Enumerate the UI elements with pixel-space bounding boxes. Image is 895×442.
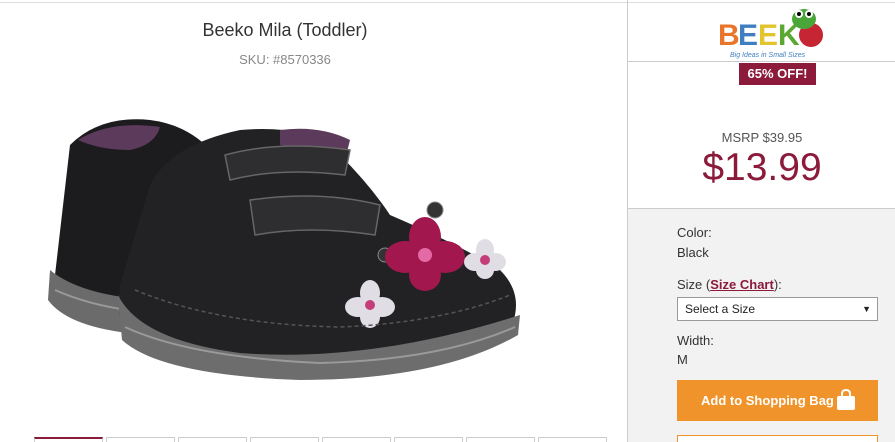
- size-label-suffix: ):: [773, 277, 782, 292]
- purchase-panel: B E E K Big Ideas in Small Sizes 65% OFF…: [627, 0, 895, 442]
- product-sku: SKU: #8570336: [239, 52, 331, 67]
- color-label: Color:: [677, 225, 712, 240]
- thumbnail-3[interactable]: [178, 437, 247, 442]
- add-to-bag-button[interactable]: Add to Shopping Bag: [677, 380, 878, 421]
- thumbnail-4[interactable]: [250, 437, 319, 442]
- thumbnail-strip: [34, 437, 607, 442]
- size-select-value: Select a Size: [685, 302, 756, 316]
- thumbnail-8[interactable]: [538, 437, 607, 442]
- discount-badge: 65% OFF!: [739, 63, 816, 85]
- product-options: Color: Black Size (Size Chart): Select a…: [628, 208, 895, 442]
- sale-price: $13.99: [702, 146, 822, 189]
- product-image[interactable]: [40, 95, 530, 385]
- size-chart-link[interactable]: Size Chart: [710, 277, 774, 292]
- svg-text:B: B: [718, 19, 740, 52]
- svg-text:E: E: [758, 19, 778, 52]
- add-to-bag-label: Add to Shopping Bag: [701, 393, 834, 408]
- chevron-down-icon: ▼: [862, 304, 871, 314]
- size-label: Size (Size Chart):: [677, 277, 782, 292]
- thumbnail-5[interactable]: [322, 437, 391, 442]
- shopping-bag-icon: [837, 389, 855, 410]
- secondary-action-box[interactable]: [677, 435, 878, 442]
- width-value: M: [677, 352, 688, 367]
- product-gallery: Beeko Mila (Toddler) SKU: #8570336: [0, 0, 627, 442]
- svg-text:Big Ideas in Small Sizes: Big Ideas in Small Sizes: [730, 52, 806, 59]
- width-label: Width:: [677, 333, 714, 348]
- thumbnail-2[interactable]: [106, 437, 175, 442]
- size-label-prefix: Size (: [677, 277, 711, 292]
- beeko-logo[interactable]: B E E K Big Ideas in Small Sizes: [716, 5, 826, 61]
- thumbnail-6[interactable]: [394, 437, 463, 442]
- size-select[interactable]: Select a Size ▼: [677, 297, 878, 321]
- product-title: Beeko Mila (Toddler): [202, 20, 368, 40]
- brand-header: B E E K Big Ideas in Small Sizes: [628, 0, 895, 62]
- svg-text:E: E: [738, 19, 758, 52]
- color-value: Black: [677, 245, 709, 260]
- thumbnail-1[interactable]: [34, 437, 103, 442]
- thumbnail-7[interactable]: [466, 437, 535, 442]
- msrp-price: MSRP $39.95: [721, 130, 803, 145]
